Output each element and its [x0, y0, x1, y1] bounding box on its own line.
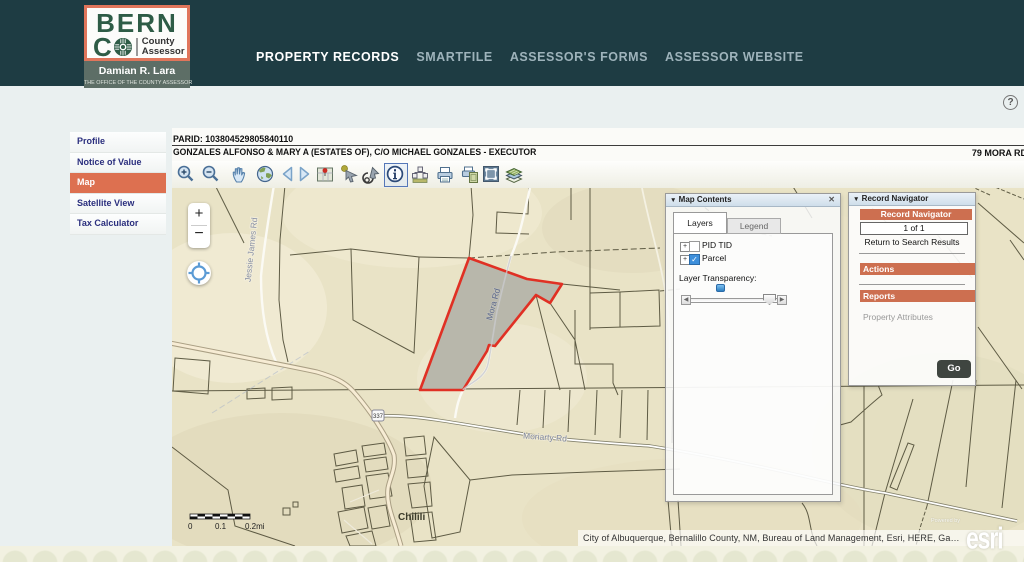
svg-text:0.2mi: 0.2mi — [245, 522, 265, 531]
svg-text:0.1: 0.1 — [215, 522, 227, 531]
svg-text:Chilili: Chilili — [398, 512, 425, 523]
svg-text:0: 0 — [188, 522, 193, 531]
svg-text:337: 337 — [373, 414, 384, 420]
